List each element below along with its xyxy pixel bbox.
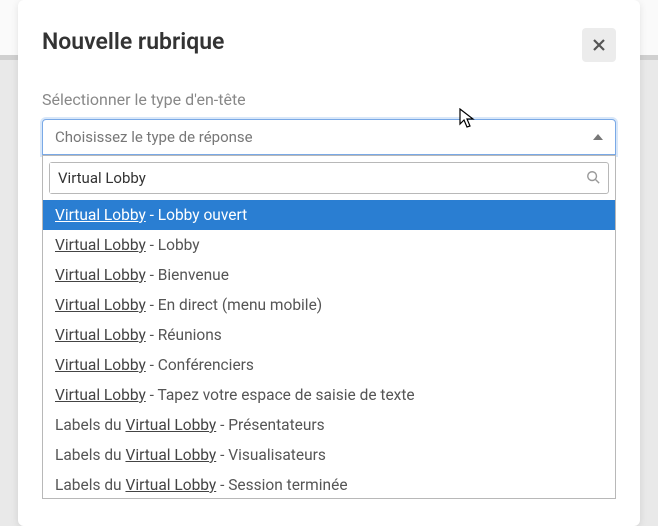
dropdown-option[interactable]: Virtual Lobby - En direct (menu mobile) (43, 290, 615, 320)
close-button[interactable] (582, 28, 616, 62)
dropdown-panel: Virtual Lobby - Lobby ouvertVirtual Lobb… (42, 155, 616, 499)
options-list[interactable]: Virtual Lobby - Lobby ouvertVirtual Lobb… (43, 200, 615, 498)
dropdown-option[interactable]: Labels du Virtual Lobby - Présentateurs (43, 410, 615, 440)
dropdown-option[interactable]: Virtual Lobby - Bienvenue (43, 260, 615, 290)
close-icon (591, 37, 607, 53)
field-label: Sélectionner le type d'en-tête (42, 90, 616, 109)
modal-title: Nouvelle rubrique (42, 28, 224, 55)
modal-header: Nouvelle rubrique (42, 28, 616, 62)
search-row (43, 156, 615, 200)
dropdown-option[interactable]: Virtual Lobby - Conférenciers (43, 350, 615, 380)
select-trigger[interactable]: Choisissez le type de réponse (42, 119, 616, 155)
dropdown-option[interactable]: Virtual Lobby - Tapez votre espace de sa… (43, 380, 615, 410)
new-heading-modal: Nouvelle rubrique Sélectionner le type d… (18, 0, 640, 526)
dropdown-option[interactable]: Virtual Lobby - Lobby (43, 230, 615, 260)
dropdown-option[interactable]: Labels du Virtual Lobby - Visualisateurs (43, 440, 615, 470)
dropdown-option[interactable]: Labels du Virtual Lobby - Session termin… (43, 470, 615, 498)
select-placeholder: Choisissez le type de réponse (55, 128, 253, 146)
search-input[interactable] (50, 163, 586, 193)
dropdown-option[interactable]: Virtual Lobby - Lobby ouvert (43, 200, 615, 230)
search-wrap (49, 162, 609, 194)
search-icon (586, 169, 608, 188)
chevron-up-icon (593, 134, 603, 140)
dropdown-option[interactable]: Virtual Lobby - Réunions (43, 320, 615, 350)
